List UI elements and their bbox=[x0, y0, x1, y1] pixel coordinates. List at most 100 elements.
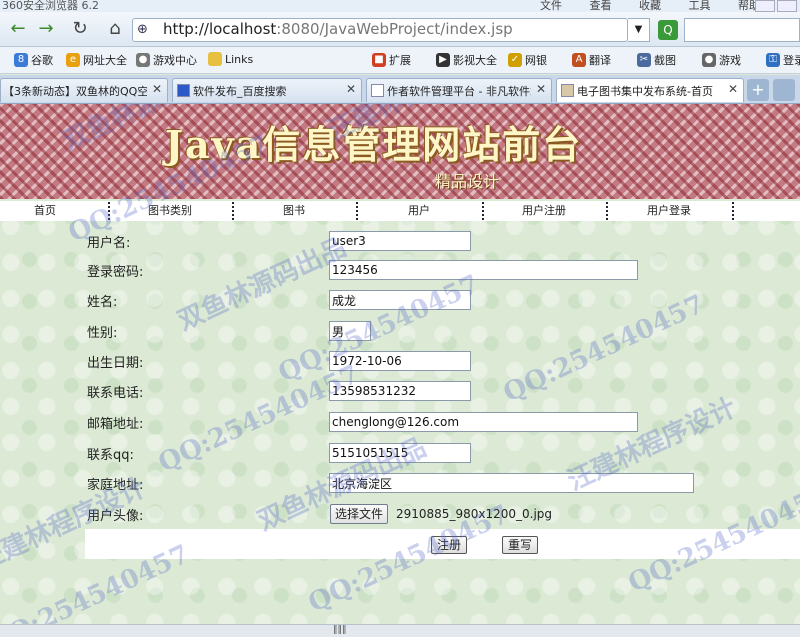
fav-label: 登录 bbox=[783, 54, 800, 67]
email-input[interactable] bbox=[329, 412, 638, 432]
fav-label: 网址大全 bbox=[83, 54, 127, 67]
fav-links[interactable]: Links bbox=[208, 52, 253, 66]
close-icon[interactable]: ✕ bbox=[346, 82, 356, 96]
fav-label: 谷歌 bbox=[31, 54, 53, 67]
gamepad-icon: ● bbox=[136, 53, 150, 67]
tab-label: 【3条新动态】双鱼林的QQ空间 bbox=[3, 85, 147, 98]
app-menu: 文件 查看 收藏 工具 帮助 bbox=[540, 0, 784, 12]
url-path: :8080/JavaWebProject/index.jsp bbox=[276, 20, 513, 38]
choose-file-button[interactable]: 选择文件 bbox=[330, 504, 389, 524]
menu-tools[interactable]: 工具 bbox=[689, 0, 711, 12]
site-directory-icon: e bbox=[66, 53, 80, 67]
tab-qzone[interactable]: 【3条新动态】双鱼林的QQ空间 ✕ bbox=[0, 78, 168, 102]
fav-translate[interactable]: A 翻译 bbox=[572, 52, 611, 68]
home-icon[interactable]: ⌂ bbox=[103, 16, 127, 40]
watermark-text: QQ:254540457 bbox=[498, 289, 709, 409]
tab-label: 软件发布_百度搜索 bbox=[193, 85, 287, 98]
birthday-input[interactable] bbox=[329, 351, 471, 371]
menu-view[interactable]: 查看 bbox=[590, 0, 612, 12]
scroll-grip-icon[interactable]: ‖‖‖ bbox=[333, 625, 347, 635]
url-host: http://localhost bbox=[163, 20, 277, 38]
menu-divider bbox=[732, 202, 734, 220]
register-button[interactable]: 注册 bbox=[431, 536, 468, 554]
tab-ebook-system[interactable]: 电子图书集中发布系统-首页 ✕ bbox=[556, 78, 744, 102]
tab-baidu-search[interactable]: 软件发布_百度搜索 ✕ bbox=[172, 78, 362, 102]
menu-file[interactable]: 文件 bbox=[540, 0, 562, 12]
search-engine-icon[interactable]: Q bbox=[658, 20, 678, 40]
tab-software-platform[interactable]: 作者软件管理平台 - 非凡软件站 ✕ bbox=[366, 78, 552, 102]
folder-icon bbox=[208, 52, 222, 66]
favorites-bar: 8 谷歌 e 网址大全 ● 游戏中心 Links ■ 扩展 ▶ 影视大全 ✓ 网银 A 翻译 … bbox=[0, 47, 800, 74]
menu-books[interactable]: 图书 bbox=[234, 201, 354, 221]
username-input[interactable] bbox=[329, 231, 471, 251]
tab-list-icon[interactable] bbox=[773, 79, 795, 101]
fav-label: 影视大全 bbox=[453, 54, 497, 67]
fav-site-directory[interactable]: e 网址大全 bbox=[66, 52, 127, 68]
address-dropdown-icon[interactable]: ▼ bbox=[628, 18, 650, 42]
key-icon: ⚿ bbox=[766, 53, 780, 67]
password-label: 登录密码: bbox=[87, 265, 144, 280]
tab-label: 电子图书集中发布系统-首页 bbox=[577, 85, 713, 98]
fav-label: 扩展 bbox=[389, 54, 411, 67]
fav-google[interactable]: 8 谷歌 bbox=[14, 52, 53, 68]
menu-user-login[interactable]: 用户登录 bbox=[608, 201, 730, 221]
screenshot-icon: ✂ bbox=[637, 53, 651, 67]
refresh-icon[interactable]: ↻ bbox=[68, 16, 92, 40]
maximize-button[interactable] bbox=[777, 0, 797, 12]
navigation-bar: ← → ↻ ⌂ ⊕ http://localhost:8080/JavaWebP… bbox=[0, 12, 800, 47]
fav-login[interactable]: ⚿ 登录 bbox=[766, 52, 800, 68]
address-url[interactable]: http://localhost:8080/JavaWebProject/ind… bbox=[163, 20, 513, 38]
password-input[interactable] bbox=[329, 260, 638, 280]
close-icon[interactable]: ✕ bbox=[152, 82, 162, 96]
address-bar[interactable]: ⊕ http://localhost:8080/JavaWebProject/i… bbox=[132, 18, 628, 42]
security-shield-icon: ⊕ bbox=[137, 22, 148, 37]
fav-label: 翻译 bbox=[589, 54, 611, 67]
new-tab-plus-icon[interactable]: + bbox=[747, 79, 769, 101]
fav-label: 游戏 bbox=[719, 54, 741, 67]
menu-home[interactable]: 首页 bbox=[0, 201, 90, 221]
site-banner: Java信息管理网站前台 精品设计 bbox=[0, 104, 800, 199]
google-icon: 8 bbox=[14, 53, 28, 67]
close-icon[interactable]: ✕ bbox=[728, 82, 738, 96]
reset-button[interactable]: 重写 bbox=[502, 536, 539, 554]
forward-arrow-icon[interactable]: → bbox=[34, 16, 58, 40]
address-input[interactable] bbox=[329, 473, 694, 493]
qq-input[interactable] bbox=[329, 443, 471, 463]
minimize-button[interactable] bbox=[755, 0, 775, 12]
address-label: 家庭地址: bbox=[87, 478, 144, 493]
app-title: 360安全浏览器 6.2 bbox=[2, 0, 99, 12]
watermark-text: 双鱼林源码出品 bbox=[173, 232, 351, 337]
username-label: 用户名: bbox=[87, 236, 131, 251]
menu-users[interactable]: 用户 bbox=[358, 201, 480, 221]
search-input[interactable] bbox=[684, 18, 800, 42]
page-content: Java信息管理网站前台 精品设计 首页 图书类别 图书 用户 用户注册 用户登… bbox=[0, 104, 800, 624]
form-actions: 注册 重写 bbox=[85, 529, 800, 559]
menu-favorites[interactable]: 收藏 bbox=[639, 0, 661, 12]
fav-video[interactable]: ▶ 影视大全 bbox=[436, 52, 497, 68]
close-icon[interactable]: ✕ bbox=[536, 82, 546, 96]
selected-file-name: 2910885_980x1200_0.jpg bbox=[396, 507, 553, 521]
name-input[interactable] bbox=[329, 290, 471, 310]
banner-subtitle: 精品设计 bbox=[435, 172, 500, 191]
menu-user-register[interactable]: 用户注册 bbox=[484, 201, 604, 221]
fav-game-center[interactable]: ● 游戏中心 bbox=[136, 52, 197, 68]
birthday-label: 出生日期: bbox=[87, 356, 144, 371]
game-controller-icon: ● bbox=[702, 53, 716, 67]
extension-icon: ■ bbox=[372, 53, 386, 67]
window-titlebar: 360安全浏览器 6.2 文件 查看 收藏 工具 帮助 bbox=[0, 0, 800, 12]
site-menu: 首页 图书类别 图书 用户 用户注册 用户登录 bbox=[0, 201, 800, 221]
gender-input[interactable] bbox=[329, 321, 371, 341]
tab-bar: 【3条新动态】双鱼林的QQ空间 ✕ 软件发布_百度搜索 ✕ 作者软件管理平台 -… bbox=[0, 75, 800, 104]
back-arrow-icon[interactable]: ← bbox=[6, 16, 30, 40]
fav-extensions[interactable]: ■ 扩展 bbox=[372, 52, 411, 68]
fav-screenshot[interactable]: ✂ 截图 bbox=[637, 52, 676, 68]
fav-games[interactable]: ● 游戏 bbox=[702, 52, 741, 68]
status-bar: ‖‖‖ bbox=[0, 624, 800, 637]
fav-label: Links bbox=[225, 52, 254, 66]
shield-icon: ✓ bbox=[508, 53, 522, 67]
tab-label: 作者软件管理平台 - 非凡软件站 bbox=[387, 85, 531, 98]
phone-input[interactable] bbox=[329, 381, 471, 401]
menu-book-categories[interactable]: 图书类别 bbox=[110, 201, 230, 221]
video-icon: ▶ bbox=[436, 53, 450, 67]
fav-bank[interactable]: ✓ 网银 bbox=[508, 52, 547, 68]
